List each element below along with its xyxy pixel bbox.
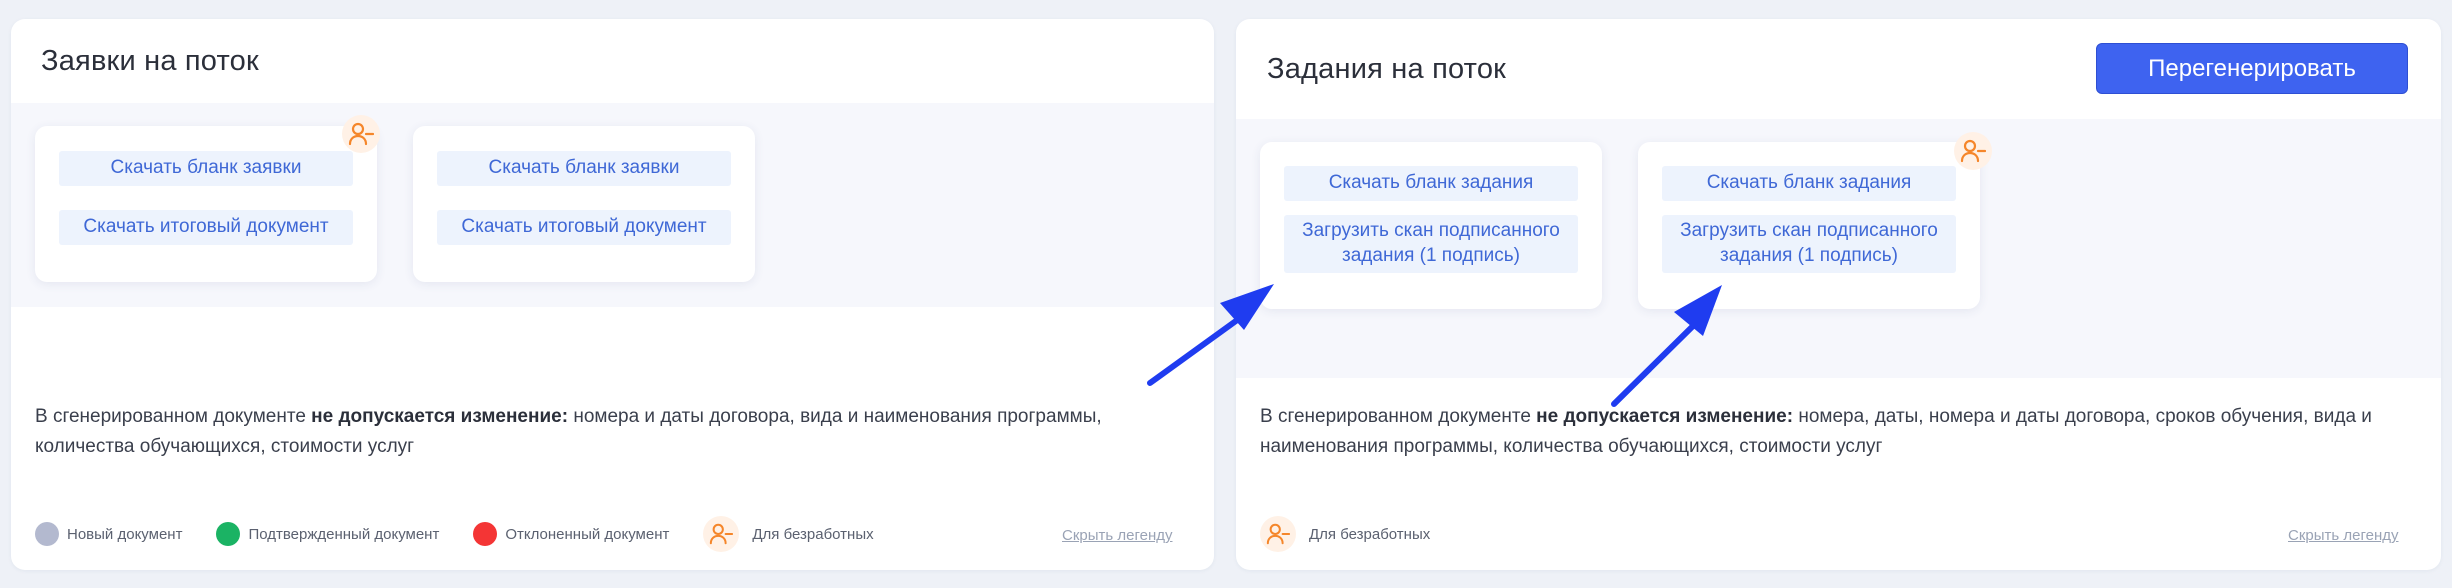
status-new-dot [35,522,59,546]
legend-item-confirmed: Подтвержденный документ [216,522,439,546]
legend-item-unemployed: Для безработных [1260,516,1430,552]
unemployed-badge [342,115,380,153]
tasks-panel: Задания на поток Перегенерировать Скачат… [1236,19,2441,570]
task-card: Скачать бланк задания Загрузить скан под… [1260,142,1602,309]
note-bold: не допускается изменение: [311,406,569,427]
status-rejected-dot [473,522,498,546]
tasks-panel-title: Задания на поток [1267,53,1507,85]
status-legend: Для безработных [1260,514,1464,554]
legend-label: Новый документ [67,525,183,543]
legend-label: Для безработных [1309,525,1431,543]
user-minus-icon [710,523,734,545]
request-card: Скачать бланк заявки Скачать итоговый до… [413,126,755,282]
download-task-form-button[interactable]: Скачать бланк задания [1284,166,1578,201]
unemployed-badge [1260,516,1296,552]
legend-item-new: Новый документ [35,522,182,546]
legend-item-unemployed: Для безработных [703,516,874,552]
regenerate-button[interactable]: Перегенерировать [2096,43,2408,94]
upload-signed-scan-button[interactable]: Загрузить скан подписанного задания (1 п… [1662,215,1956,273]
requests-panel-title: Заявки на поток [41,45,259,77]
download-final-document-button[interactable]: Скачать итоговый документ [59,210,353,245]
note-prefix: В сгенерированном документе [35,406,312,427]
unemployed-badge [703,516,740,552]
status-legend: Новый документ Подтвержденный документ О… [35,514,908,554]
hide-legend-link[interactable]: Скрыть легенду [2288,527,2399,544]
request-card: Скачать бланк заявки Скачать итоговый до… [35,126,377,282]
user-minus-icon [1266,523,1290,545]
legend-label: Подтвержденный документ [248,525,440,543]
unemployed-badge [1954,132,1992,170]
user-minus-icon [1960,139,1986,163]
note-bold: не допускается изменение: [1536,406,1794,427]
legend-label: Отклоненный документ [505,525,670,543]
hide-legend-link[interactable]: Скрыть легенду [1062,527,1173,544]
download-request-form-button[interactable]: Скачать бланк заявки [59,151,353,186]
download-task-form-button[interactable]: Скачать бланк задания [1662,166,1956,201]
user-minus-icon [348,122,374,146]
note-prefix: В сгенерированном документе [1260,406,1537,427]
legend-item-rejected: Отклоненный документ [473,522,669,546]
task-card: Скачать бланк задания Загрузить скан под… [1638,142,1980,309]
edit-restriction-note: В сгенерированном документе не допускает… [1260,402,2410,462]
edit-restriction-note: В сгенерированном документе не допускает… [35,402,1185,462]
download-request-form-button[interactable]: Скачать бланк заявки [437,151,731,186]
download-final-document-button[interactable]: Скачать итоговый документ [437,210,731,245]
requests-panel: Заявки на поток Скачать бланк заявки Ска… [11,19,1214,570]
upload-signed-scan-button[interactable]: Загрузить скан подписанного задания (1 п… [1284,215,1578,273]
status-confirmed-dot [216,522,241,546]
legend-label: Для безработных [752,525,874,543]
